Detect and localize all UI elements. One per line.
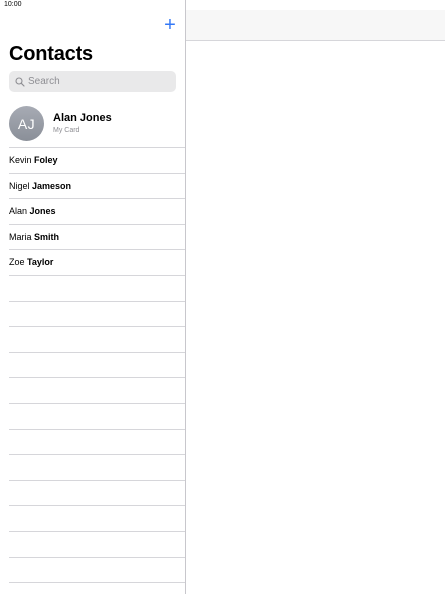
contact-first-name: Zoe: [9, 257, 25, 268]
contact-row[interactable]: Maria Smith: [9, 223, 185, 250]
empty-row: [9, 454, 185, 480]
empty-row: [9, 300, 185, 327]
detail-nav-bar: [186, 10, 445, 41]
contact-last-name: Foley: [34, 155, 58, 165]
add-contact-button[interactable]: +: [162, 15, 178, 35]
contact-row[interactable]: Alan Jones: [9, 198, 185, 224]
status-time: 10:00: [4, 1, 22, 8]
empty-row: [9, 351, 185, 378]
empty-row: [9, 556, 185, 583]
empty-row: [9, 530, 185, 557]
empty-row: [9, 582, 185, 594]
contact-row[interactable]: Kevin Foley: [9, 147, 185, 173]
contact-first-name: Nigel: [9, 180, 30, 191]
search-input[interactable]: [28, 76, 168, 87]
empty-row: [9, 274, 185, 301]
empty-row: [9, 505, 185, 531]
contact-detail-pane: [186, 0, 445, 594]
contact-first-name: Kevin: [9, 155, 32, 165]
empty-row: [9, 428, 185, 455]
avatar: AJ: [9, 106, 44, 141]
contact-list: Kevin Foley Nigel Jameson Alan Jones Maria …: [9, 147, 185, 594]
my-card[interactable]: AJ Alan Jones My Card: [9, 106, 185, 144]
contacts-list-pane: + Contacts AJ Alan Jones My Card Kevin F…: [0, 10, 185, 594]
my-card-label: My Card: [53, 127, 80, 134]
contact-first-name: Alan: [9, 206, 28, 217]
contact-last-name: Taylor: [27, 257, 54, 268]
contact-last-name: Smith: [34, 231, 60, 242]
empty-row: [9, 377, 185, 403]
page-title: Contacts: [9, 43, 93, 65]
empty-row: [9, 402, 185, 429]
contact-last-name: Jones: [29, 206, 56, 217]
contact-first-name: Maria: [9, 231, 32, 242]
contact-row[interactable]: Zoe Taylor: [9, 249, 185, 275]
search-icon: [15, 76, 25, 87]
contact-last-name: Jameson: [32, 180, 72, 191]
contacts-screen: 10:00 3G + Contacts AJ Alan Jones My Car…: [0, 0, 445, 594]
contact-row[interactable]: Nigel Jameson: [9, 172, 185, 199]
search-field[interactable]: [9, 71, 176, 92]
empty-row: [9, 326, 185, 352]
empty-row: [9, 479, 185, 506]
my-card-name: Alan Jones: [53, 112, 112, 124]
